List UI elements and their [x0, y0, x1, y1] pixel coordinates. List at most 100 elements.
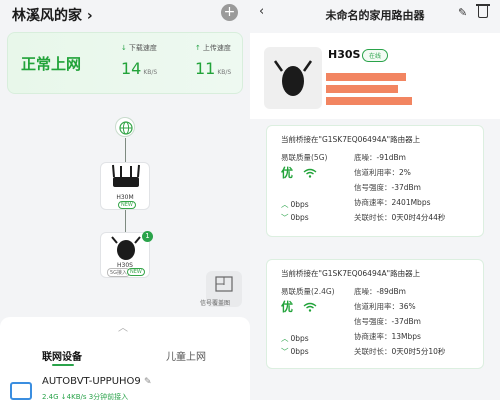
- download-rate: ﹀ 0bps: [281, 346, 309, 357]
- kv-row: 关联时长：0天0时5分10秒: [354, 346, 445, 357]
- online-badge: 在线: [362, 49, 389, 62]
- kv-key: 底噪：: [354, 287, 377, 296]
- upload-rate: ︿ 0bps: [281, 333, 309, 344]
- floorplan-icon: [215, 276, 233, 292]
- kv-row: 信号强度：-37dBm: [354, 182, 421, 193]
- redacted-info: [326, 85, 398, 93]
- arrow-up-icon: ︿: [281, 334, 289, 343]
- link-line: [125, 138, 126, 162]
- kv-row: 底噪：-89dBm: [354, 286, 406, 297]
- router-icon: [112, 164, 140, 187]
- upload-label: 上传速度: [202, 44, 231, 52]
- router-detail-panel: ‹ 未命名的家用路由器 ✎ H30S 在线 当前桥接在"G1SK7EQ06494…: [250, 0, 500, 400]
- kv-key: 信号强度：: [354, 317, 392, 326]
- kv-row: 关联时长：0天0时4分44秒: [354, 212, 445, 223]
- link-line: [125, 210, 126, 232]
- quality-label: 易联质量(2.4G): [281, 287, 335, 296]
- kv-row: 协商速率：2401Mbps: [354, 197, 431, 208]
- new-tag: NEW: [127, 268, 145, 276]
- download-speed: ↓ 下载速度 14 KB/S: [121, 43, 157, 78]
- download-rate: ﹀ 0bps: [281, 212, 309, 223]
- quality-label: 易联质量(5G): [281, 153, 328, 162]
- download-label: 下载速度: [128, 44, 157, 52]
- kv-key: 信道利用率：: [354, 302, 399, 311]
- screen: 林溪风的家 › + 正常上网 ↓ 下载速度 14 KB/S ↑ 上传速度 11 KB/S: [0, 0, 500, 400]
- quality-value: 优: [281, 166, 294, 180]
- kv-value: 2401Mbps: [391, 198, 431, 207]
- quality-value: 优: [281, 300, 294, 314]
- kv-row: 信道利用率：2%: [354, 167, 411, 178]
- kv-value: 36%: [399, 302, 416, 311]
- network-status-card: 正常上网 ↓ 下载速度 14 KB/S ↑ 上传速度 11 KB/S: [7, 32, 243, 94]
- kv-value: 0天0时4分44秒: [391, 213, 446, 222]
- upload-rate-value: 0bps: [290, 200, 309, 209]
- arrow-up-icon: ︿: [281, 200, 289, 209]
- bridge-info: 当前桥接在"G1SK7EQ06494A"路由器上: [281, 135, 421, 144]
- edit-icon[interactable]: ✎: [458, 6, 467, 19]
- arrow-up-icon: ↑: [195, 44, 201, 52]
- home-title: 林溪风的家: [12, 8, 82, 24]
- device-title: H30S: [328, 48, 361, 61]
- download-unit: KB/S: [143, 69, 158, 76]
- wifi-icon: [303, 168, 317, 181]
- kv-key: 协商速率：: [354, 332, 392, 341]
- download-value: 14: [121, 59, 142, 78]
- kv-value: -89dBm: [376, 287, 406, 296]
- upload-rate-value: 0bps: [290, 334, 309, 343]
- download-rate-value: 0bps: [290, 213, 309, 222]
- upload-value: 11: [195, 59, 216, 78]
- signal-coverage-label: 信号覆盖图: [200, 300, 231, 307]
- sub-router-name: H30S: [117, 262, 133, 269]
- redacted-info: [326, 73, 406, 81]
- device-name-text: AUTOBVT-UPPUHO9: [42, 376, 141, 387]
- router-image: [264, 47, 322, 109]
- download-rate-value: 0bps: [290, 347, 309, 356]
- redacted-info: [326, 97, 412, 105]
- upload-speed: ↑ 上传速度 11 KB/S: [195, 43, 231, 78]
- arrow-down-icon: ﹀: [281, 347, 289, 356]
- home-panel: 林溪风的家 › + 正常上网 ↓ 下载速度 14 KB/S ↑ 上传速度 11 KB/S: [0, 0, 250, 400]
- kv-value: -91dBm: [376, 153, 406, 162]
- link-card-24g: 当前桥接在"G1SK7EQ06494A"路由器上 易联质量(2.4G) 优 ︿ 0…: [266, 259, 484, 369]
- arrow-down-icon: ↓: [121, 44, 127, 52]
- kv-value: 13Mbps: [391, 332, 421, 341]
- computer-icon: [10, 382, 32, 400]
- kv-key: 信道利用率：: [354, 168, 399, 177]
- wifi-icon: [303, 302, 317, 315]
- bottom-sheet: ︿ 联网设备 儿童上网: [0, 317, 250, 400]
- device-name[interactable]: AUTOBVT-UPPUHO9 ✎: [42, 376, 152, 387]
- kv-key: 底噪：: [354, 153, 377, 162]
- add-icon[interactable]: +: [221, 4, 238, 21]
- kv-row: 信道利用率：36%: [354, 301, 416, 312]
- edit-icon[interactable]: ✎: [144, 377, 152, 387]
- notification-badge: 1: [142, 231, 153, 242]
- tab-connected-devices[interactable]: 联网设备: [42, 348, 82, 363]
- main-router-node[interactable]: H30M NEW: [100, 162, 150, 210]
- kv-value: -37dBm: [391, 317, 421, 326]
- upload-unit: KB/S: [217, 69, 232, 76]
- bridge-info: 当前桥接在"G1SK7EQ06494A"路由器上: [281, 269, 421, 278]
- internet-globe-icon: [115, 117, 135, 137]
- kv-key: 协商速率：: [354, 198, 392, 207]
- kv-key: 信号强度：: [354, 183, 392, 192]
- kv-row: 信号强度：-37dBm: [354, 316, 421, 327]
- device-stats: 2.4G ↓4KB/s 3分钟前接入: [42, 393, 129, 400]
- kv-row: 底噪：-91dBm: [354, 152, 406, 163]
- new-tag: NEW: [118, 201, 136, 209]
- upload-rate: ︿ 0bps: [281, 199, 309, 210]
- tab-kids-online[interactable]: 儿童上网: [166, 348, 206, 363]
- main-router-name: H30M: [116, 194, 134, 201]
- kv-key: 关联时长：: [354, 213, 392, 222]
- delete-icon[interactable]: [476, 4, 490, 18]
- device-card: H30S 在线: [250, 33, 500, 119]
- home-title-button[interactable]: 林溪风的家 ›: [12, 5, 93, 25]
- network-status: 正常上网: [21, 55, 82, 73]
- chevron-right-icon: ›: [86, 8, 93, 24]
- kv-key: 关联时长：: [354, 347, 392, 356]
- kv-value: 2%: [399, 168, 411, 177]
- tab-indicator: [52, 364, 74, 366]
- kv-value: -37dBm: [391, 183, 421, 192]
- kv-row: 协商速率：13Mbps: [354, 331, 421, 342]
- chevron-up-icon[interactable]: ︿: [118, 319, 128, 334]
- link-card-5g: 当前桥接在"G1SK7EQ06494A"路由器上 易联质量(5G) 优 ︿ 0bp…: [266, 125, 484, 237]
